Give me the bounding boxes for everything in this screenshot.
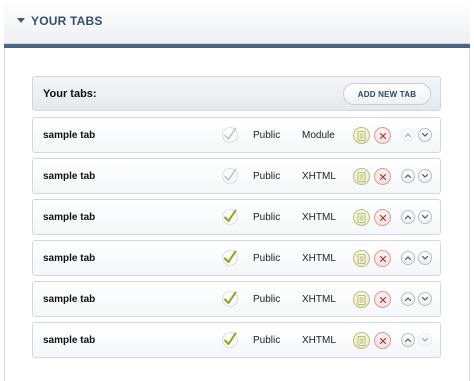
tab-row: sample tab Public XHTML [32,281,441,317]
move-up-button [401,128,415,142]
x-icon [379,296,386,303]
document-edit-icon [357,171,366,182]
move-down-button[interactable] [418,292,432,306]
tab-visibility: Public [253,253,281,264]
chevron-down-icon [421,214,429,219]
tab-type: XHTML [302,335,336,346]
document-edit-icon [357,212,366,223]
chevron-down-icon [421,173,429,178]
move-up-button[interactable] [401,292,415,306]
delete-tab-button[interactable] [374,291,391,308]
checkmark-icon[interactable] [221,208,239,226]
edit-tab-button[interactable] [353,332,370,349]
tab-row: sample tab Public XHTML [32,240,441,276]
tab-name[interactable]: sample tab [43,171,95,182]
tab-row: sample tab Public XHTML [32,322,441,358]
document-edit-icon [357,294,366,305]
collapse-triangle-icon[interactable] [17,18,25,23]
delete-tab-button[interactable] [374,332,391,349]
chevron-down-icon [421,337,429,342]
move-up-button[interactable] [401,210,415,224]
tab-name[interactable]: sample tab [43,253,95,264]
panel-header[interactable]: YOUR TABS [4,0,470,44]
x-icon [379,173,386,180]
tab-visibility: Public [253,335,281,346]
add-new-tab-button[interactable]: ADD NEW TAB [343,83,431,105]
tab-name[interactable]: sample tab [43,212,95,223]
move-up-button[interactable] [401,251,415,265]
edit-tab-button[interactable] [353,250,370,267]
move-up-button[interactable] [401,169,415,183]
x-icon [379,337,386,344]
tab-visibility: Public [253,212,281,223]
tab-name[interactable]: sample tab [43,130,95,141]
chevron-down-icon [421,296,429,301]
tab-row: sample tab Public XHTML [32,158,441,194]
chevron-down-icon [421,132,429,137]
tab-name[interactable]: sample tab [43,335,95,346]
tab-row: sample tab Public Module [32,117,441,153]
tab-type: Module [302,130,335,141]
chevron-up-icon [404,133,412,138]
document-edit-icon [357,130,366,141]
tab-name[interactable]: sample tab [43,294,95,305]
x-icon [379,132,386,139]
delete-tab-button[interactable] [374,127,391,144]
checkmark-icon[interactable] [221,249,239,267]
tab-visibility: Public [253,294,281,305]
tab-visibility: Public [253,171,281,182]
x-icon [379,255,386,262]
chevron-up-icon [404,174,412,179]
move-down-button[interactable] [418,128,432,142]
tab-type: XHTML [302,253,336,264]
tabs-toolbar-label: Your tabs: [43,88,97,100]
edit-tab-button[interactable] [353,209,370,226]
checkmark-icon[interactable] [221,331,239,349]
move-down-button[interactable] [418,251,432,265]
move-down-button [418,333,432,347]
edit-tab-button[interactable] [353,127,370,144]
checkmark-icon[interactable] [221,126,239,144]
move-down-button[interactable] [418,169,432,183]
checkmark-icon[interactable] [221,167,239,185]
checkmark-icon[interactable] [221,290,239,308]
edit-tab-button[interactable] [353,291,370,308]
tab-row: sample tab Public XHTML [32,199,441,235]
tab-type: XHTML [302,212,336,223]
tabs-toolbar: Your tabs: ADD NEW TAB [32,76,441,111]
chevron-up-icon [404,215,412,220]
move-up-button[interactable] [401,333,415,347]
chevron-up-icon [404,297,412,302]
delete-tab-button[interactable] [374,168,391,185]
tab-type: XHTML [302,171,336,182]
chevron-down-icon [421,255,429,260]
delete-tab-button[interactable] [374,250,391,267]
move-down-button[interactable] [418,210,432,224]
tab-type: XHTML [302,294,336,305]
document-edit-icon [357,253,366,264]
edit-tab-button[interactable] [353,168,370,185]
chevron-up-icon [404,256,412,261]
x-icon [379,214,386,221]
delete-tab-button[interactable] [374,209,391,226]
chevron-up-icon [404,338,412,343]
document-edit-icon [357,335,366,346]
panel-title: YOUR TABS [31,14,103,28]
tab-visibility: Public [253,130,281,141]
